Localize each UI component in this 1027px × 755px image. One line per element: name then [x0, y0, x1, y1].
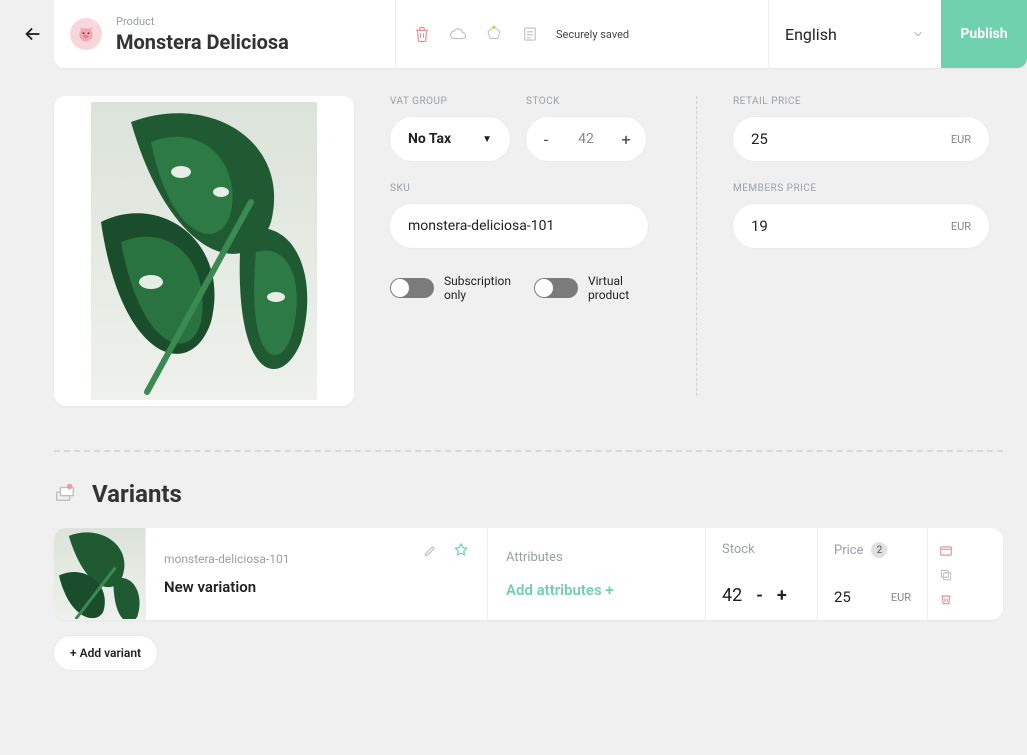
star-icon: [453, 542, 469, 558]
vat-group-value: No Tax: [408, 131, 451, 147]
variant-name: New variation: [164, 578, 469, 596]
virtual-label: Virtual product: [588, 274, 660, 303]
variant-stock-decrement[interactable]: -: [756, 585, 763, 606]
members-price-label: MEMBERS PRICE: [733, 183, 1003, 194]
stock-value[interactable]: 42: [578, 131, 594, 147]
publish-button[interactable]: Publish: [941, 0, 1027, 68]
action-1-button[interactable]: [939, 543, 953, 557]
stock-decrement[interactable]: -: [540, 130, 552, 149]
cloud-icon: [449, 25, 467, 43]
variant-attributes-label: Attributes: [506, 550, 687, 565]
edit-variant-button[interactable]: [423, 543, 437, 562]
product-image: [91, 102, 317, 400]
variant-stock-value[interactable]: 42: [722, 585, 742, 606]
add-attributes-button[interactable]: Add attributes +: [506, 581, 687, 599]
product-avatar: [70, 18, 102, 50]
back-button[interactable]: [12, 0, 54, 68]
sku-label: SKU: [390, 183, 660, 194]
notes-icon: [521, 25, 539, 43]
trash-icon: [939, 592, 953, 606]
variants-icon: [54, 481, 76, 507]
arrow-left-icon: [22, 23, 44, 45]
stock-increment[interactable]: +: [620, 130, 632, 149]
pencil-icon: [423, 544, 437, 558]
variant-price-currency: EUR: [891, 591, 911, 604]
add-variant-button[interactable]: + Add variant: [54, 636, 157, 670]
retail-price-currency: EUR: [951, 133, 971, 146]
action-2-button[interactable]: [939, 567, 953, 581]
variant-stock-increment[interactable]: +: [777, 585, 787, 606]
product-header: Product Monstera Deliciosa: [54, 0, 396, 68]
visibility-button[interactable]: [448, 24, 468, 44]
variant-thumbnail[interactable]: [54, 528, 146, 620]
variant-row: monstera-deliciosa-101 New variation Att…: [54, 528, 1003, 620]
subscription-toggle[interactable]: [390, 278, 434, 298]
virtual-toggle[interactable]: [534, 278, 578, 298]
notes-button[interactable]: [520, 24, 540, 44]
variant-stock-label: Stock: [722, 542, 801, 557]
members-price-input[interactable]: 19 EUR: [733, 204, 989, 248]
warning-icon: !: [485, 24, 503, 44]
copy-icon: [939, 568, 953, 582]
vat-group-label: VAT GROUP: [390, 96, 510, 107]
favorite-variant-button[interactable]: [453, 542, 469, 562]
caret-down-icon: ▼: [482, 134, 492, 145]
window-icon: [939, 544, 953, 558]
product-title: Monstera Deliciosa: [116, 30, 289, 54]
variant-price-badge: 2: [871, 542, 887, 558]
stock-stepper: - 42 +: [526, 117, 646, 161]
pig-icon: [76, 24, 96, 44]
variant-price-value: 25: [834, 588, 851, 606]
members-price-currency: EUR: [951, 220, 971, 233]
delete-button[interactable]: [412, 24, 432, 44]
vat-group-select[interactable]: No Tax ▼: [390, 117, 510, 161]
variants-heading: Variants: [92, 480, 182, 508]
stock-label: STOCK: [526, 96, 646, 107]
members-price-value: 19: [751, 217, 768, 235]
saved-status: Securely saved: [556, 28, 629, 41]
section-divider: [54, 450, 1003, 452]
trash-icon: [413, 25, 431, 43]
sku-value: monstera-deliciosa-101: [408, 218, 554, 234]
variant-price-label: Price: [834, 543, 863, 558]
retail-price-value: 25: [751, 130, 768, 148]
product-image-card[interactable]: [54, 96, 354, 406]
chevron-down-icon: [911, 27, 925, 41]
product-subtitle: Product: [116, 15, 289, 28]
language-selector[interactable]: English: [769, 0, 941, 68]
alert-button[interactable]: !: [484, 24, 504, 44]
subscription-label: Subscription only: [444, 274, 516, 303]
vertical-separator: [696, 96, 697, 396]
retail-price-label: RETAIL PRICE: [733, 96, 1003, 107]
retail-price-input[interactable]: 25 EUR: [733, 117, 989, 161]
language-label: English: [785, 25, 837, 44]
sku-input[interactable]: monstera-deliciosa-101: [390, 204, 648, 248]
delete-variant-button[interactable]: [939, 591, 953, 605]
